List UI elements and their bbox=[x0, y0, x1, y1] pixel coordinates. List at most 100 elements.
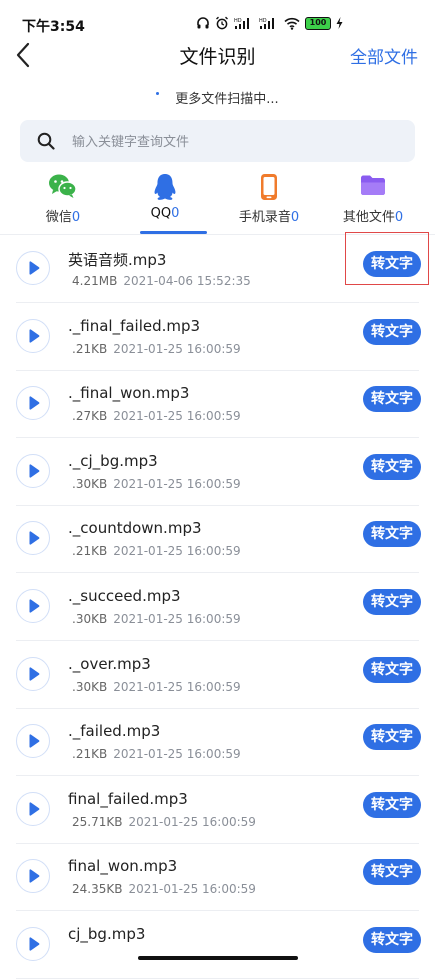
signal-icon: HD bbox=[234, 18, 249, 29]
tab-label: 其他文件0 bbox=[342, 210, 404, 225]
play-icon bbox=[29, 937, 40, 951]
play-button[interactable] bbox=[16, 859, 50, 894]
file-size: .30KB bbox=[72, 612, 108, 626]
play-button[interactable] bbox=[16, 386, 50, 421]
file-row[interactable]: ._over.mp3 .30KB 2021-01-25 16:00:59 转文字 bbox=[0, 641, 435, 709]
file-meta: .21KB 2021-01-25 16:00:59 bbox=[72, 747, 241, 761]
file-row[interactable]: ._cj_bg.mp3 .30KB 2021-01-25 16:00:59 转文字 bbox=[0, 438, 435, 506]
wechat-icon bbox=[49, 174, 77, 198]
file-meta: 25.71KB 2021-01-25 16:00:59 bbox=[72, 815, 256, 829]
convert-to-text-button[interactable]: 转文字 bbox=[363, 859, 421, 886]
file-name: ._cj_bg.mp3 bbox=[68, 451, 158, 470]
file-size: 24.35KB bbox=[72, 882, 123, 897]
tab-phone-recording[interactable]: 手机录音0 bbox=[214, 168, 324, 234]
file-name: ._countdown.mp3 bbox=[68, 519, 202, 538]
file-row[interactable]: ._countdown.mp3 .21KB 2021-01-25 16:00:59 转… bbox=[0, 505, 435, 574]
convert-to-text-button[interactable]: 转文字 bbox=[363, 521, 421, 548]
source-tabs: 微信0 QQ0 手机录音0 其他文件0 bbox=[0, 168, 435, 236]
status-time: 下午3:54 bbox=[22, 19, 85, 35]
file-date: 2021-01-25 16:00:59 bbox=[128, 814, 256, 829]
tab-wechat[interactable]: 微信0 bbox=[8, 168, 118, 234]
file-name: ._over.mp3 bbox=[68, 654, 151, 673]
play-icon bbox=[29, 666, 40, 681]
tab-label: QQ0 bbox=[150, 206, 180, 221]
file-row[interactable]: ._final_failed.mp3 .21KB 2021-01-25 16:00:… bbox=[0, 303, 435, 371]
file-date: 2021-04-06 15:52:35 bbox=[123, 274, 251, 288]
file-size: .21KB bbox=[72, 544, 108, 559]
file-name: ._failed.mp3 bbox=[68, 722, 161, 741]
file-meta bbox=[72, 950, 78, 964]
file-name: ._succeed.mp3 bbox=[68, 587, 181, 605]
play-button[interactable] bbox=[16, 318, 50, 353]
play-button[interactable] bbox=[16, 656, 50, 691]
svg-text:HD: HD bbox=[259, 18, 267, 24]
phone-icon bbox=[261, 174, 277, 200]
convert-to-text-button[interactable]: 转文字 bbox=[363, 927, 421, 953]
loading-indicator bbox=[156, 92, 160, 95]
play-button[interactable] bbox=[16, 791, 50, 826]
file-row[interactable]: cj_bg.mp3 转文字 bbox=[0, 911, 435, 979]
file-date: 2021-01-25 16:00:59 bbox=[113, 476, 241, 491]
folder-icon bbox=[361, 175, 385, 195]
play-icon bbox=[29, 261, 40, 275]
convert-to-text-button[interactable]: 转文字 bbox=[363, 589, 421, 615]
tab-other-files[interactable]: 其他文件0 bbox=[318, 168, 428, 234]
file-name: ._final_won.mp3 bbox=[68, 384, 190, 403]
file-meta: .30KB 2021-01-25 16:00:59 bbox=[72, 477, 241, 491]
file-date: 2021-01-25 16:00:59 bbox=[113, 544, 241, 559]
alarm-icon bbox=[216, 16, 228, 30]
file-row[interactable]: final_won.mp3 24.35KB 2021-01-25 16:00:59 转… bbox=[0, 843, 435, 912]
tab-qq[interactable]: QQ0 bbox=[110, 168, 220, 234]
file-meta: .27KB 2021-01-25 16:00:59 bbox=[72, 409, 241, 423]
status-bar: 下午3:54 HD HD 100 bbox=[0, 0, 435, 35]
headphone-icon bbox=[197, 17, 209, 29]
file-row[interactable]: final_failed.mp3 25.71KB 2021-01-25 16:00:… bbox=[0, 776, 435, 844]
convert-to-text-button[interactable]: 转文字 bbox=[363, 791, 421, 818]
file-meta: .21KB 2021-01-25 16:00:59 bbox=[72, 342, 241, 356]
convert-to-text-button[interactable]: 转文字 bbox=[363, 453, 421, 480]
file-date: 2021-01-25 16:00:59 bbox=[128, 882, 256, 897]
file-name: 英语音频.mp3 bbox=[68, 251, 167, 269]
status-icons: HD HD 100 bbox=[196, 14, 343, 32]
file-date: 2021-01-25 16:00:59 bbox=[113, 409, 241, 424]
file-row[interactable]: ._failed.mp3 .21KB 2021-01-25 16:00:59 转文字 bbox=[0, 708, 435, 777]
file-date: 2021-01-25 16:00:59 bbox=[113, 747, 241, 762]
file-row[interactable]: 英语音频.mp3 4.21MB 2021-04-06 15:52:35 转文字 bbox=[0, 235, 435, 303]
file-row[interactable]: ._final_won.mp3 .27KB 2021-01-25 16:00:59 转… bbox=[0, 370, 435, 439]
convert-to-text-button[interactable]: 转文字 bbox=[363, 386, 421, 413]
file-size: .21KB bbox=[72, 341, 108, 356]
play-button[interactable] bbox=[16, 724, 50, 759]
play-button[interactable] bbox=[16, 521, 50, 556]
signal-icon: HD bbox=[259, 18, 274, 29]
play-icon bbox=[29, 464, 40, 478]
tab-label: 微信0 bbox=[45, 210, 81, 225]
play-button[interactable] bbox=[16, 927, 50, 961]
file-size: .27KB bbox=[72, 409, 108, 424]
scan-status-text: 更多文件扫描中... bbox=[175, 92, 279, 107]
convert-to-text-button[interactable]: 转文字 bbox=[363, 318, 421, 345]
file-meta: 4.21MB 2021-04-06 15:52:35 bbox=[72, 274, 251, 288]
play-icon bbox=[29, 599, 40, 613]
play-icon bbox=[29, 802, 40, 816]
convert-to-text-button[interactable]: 转文字 bbox=[363, 724, 421, 751]
play-button[interactable] bbox=[16, 453, 50, 488]
play-icon bbox=[29, 869, 40, 884]
battery-icon: 100 bbox=[305, 16, 331, 30]
file-size: .30KB bbox=[72, 476, 108, 491]
file-name: cj_bg.mp3 bbox=[68, 925, 146, 943]
convert-to-text-button[interactable]: 转文字 bbox=[363, 251, 421, 277]
play-button[interactable] bbox=[16, 251, 50, 285]
file-size: 25.71KB bbox=[72, 814, 123, 829]
file-row[interactable]: ._succeed.mp3 .30KB 2021-01-25 16:00:59 转文字 bbox=[0, 573, 435, 641]
file-name: final_won.mp3 bbox=[68, 857, 178, 876]
file-date: 2021-01-25 16:00:59 bbox=[113, 341, 241, 356]
all-files-link[interactable]: 全部文件 bbox=[350, 43, 418, 68]
search-box bbox=[20, 120, 415, 164]
file-size: .21KB bbox=[72, 747, 108, 762]
search-input[interactable] bbox=[70, 120, 404, 164]
back-button[interactable] bbox=[10, 40, 40, 70]
convert-to-text-button[interactable]: 转文字 bbox=[363, 656, 421, 683]
charging-icon bbox=[336, 17, 343, 29]
file-meta: 24.35KB 2021-01-25 16:00:59 bbox=[72, 882, 256, 896]
play-button[interactable] bbox=[16, 589, 50, 623]
